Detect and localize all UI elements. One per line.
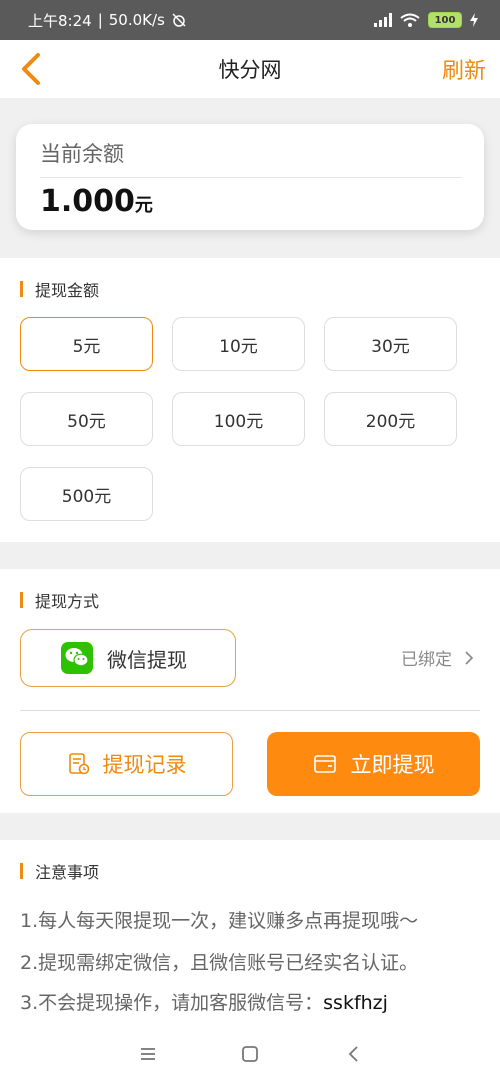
withdraw-now-button[interactable]: 立即提现 bbox=[267, 732, 480, 796]
page-title: 快分网 bbox=[218, 58, 282, 82]
withdraw-record-button[interactable]: 提现记录 bbox=[20, 732, 233, 796]
battery-icon: 100 bbox=[428, 12, 462, 28]
note-item-3: 3.不会提现操作，请加客服微信号：sskfhzj bbox=[20, 992, 388, 1014]
wechat-withdraw-option[interactable]: 微信提现 bbox=[20, 629, 236, 687]
withdraw-method-title: 提现方式 bbox=[20, 588, 99, 612]
balance-label: 当前余额 bbox=[40, 142, 124, 166]
withdraw-method-section: 提现方式 微信提现 已绑定 提现记录 立即提现 bbox=[0, 569, 500, 813]
wifi-icon bbox=[400, 13, 420, 27]
menu-icon[interactable] bbox=[136, 1042, 160, 1066]
withdraw-now-label: 立即提现 bbox=[350, 753, 435, 777]
back-arrow-icon[interactable] bbox=[18, 52, 48, 86]
amount-option-500[interactable]: 500元 bbox=[20, 467, 153, 521]
balance-amount: 1.000元 bbox=[40, 184, 153, 219]
amount-option-200[interactable]: 200元 bbox=[324, 392, 457, 446]
network-speed: 50.0K/s bbox=[108, 11, 165, 29]
withdraw-record-label: 提现记录 bbox=[102, 753, 187, 777]
alarm-off-icon bbox=[172, 13, 186, 27]
amount-option-100[interactable]: 100元 bbox=[172, 392, 305, 446]
header: 快分网 刷新 bbox=[0, 40, 500, 98]
system-nav-bar bbox=[0, 1025, 500, 1083]
withdraw-amount-title: 提现金额 bbox=[20, 277, 99, 301]
note-item-1: 1.每人每天限提现一次，建议赚多点再提现哦～ bbox=[20, 910, 419, 932]
back-icon[interactable] bbox=[342, 1042, 366, 1066]
balance-area: 当前余额 1.000元 bbox=[0, 98, 500, 258]
balance-unit: 元 bbox=[134, 195, 153, 216]
wallet-icon bbox=[313, 755, 336, 773]
amount-option-10[interactable]: 10元 bbox=[172, 317, 305, 371]
record-icon bbox=[68, 753, 89, 775]
amount-option-30[interactable]: 30元 bbox=[324, 317, 457, 371]
bind-status[interactable]: 已绑定 bbox=[401, 645, 474, 670]
amount-option-5[interactable]: 5元 bbox=[20, 317, 153, 371]
status-time: 上午8:24 bbox=[28, 11, 92, 30]
section-divider bbox=[20, 710, 480, 711]
charging-icon bbox=[470, 13, 478, 27]
amount-option-50[interactable]: 50元 bbox=[20, 392, 153, 446]
notes-section: 注意事项 1.每人每天限提现一次，建议赚多点再提现哦～ 2.提现需绑定微信，且微… bbox=[0, 840, 500, 1025]
chevron-right-icon bbox=[465, 650, 474, 665]
note-item-2: 2.提现需绑定微信，且微信账号已经实名认证。 bbox=[20, 952, 419, 974]
status-bar: 上午8:24 | 50.0K/s 100 bbox=[0, 0, 500, 40]
notes-title: 注意事项 bbox=[20, 859, 99, 883]
service-account: sskfhzj bbox=[323, 992, 388, 1014]
balance-card: 当前余额 1.000元 bbox=[16, 124, 484, 230]
signal-icon bbox=[374, 13, 392, 27]
wechat-icon bbox=[61, 642, 93, 674]
balance-divider bbox=[40, 177, 462, 178]
home-icon[interactable] bbox=[238, 1042, 262, 1066]
wechat-withdraw-label: 微信提现 bbox=[107, 647, 187, 672]
withdraw-amount-section: 提现金额 5元 10元 30元 50元 100元 200元 500元 bbox=[0, 258, 500, 542]
refresh-button[interactable]: 刷新 bbox=[442, 53, 486, 85]
bind-status-label: 已绑定 bbox=[401, 650, 452, 670]
